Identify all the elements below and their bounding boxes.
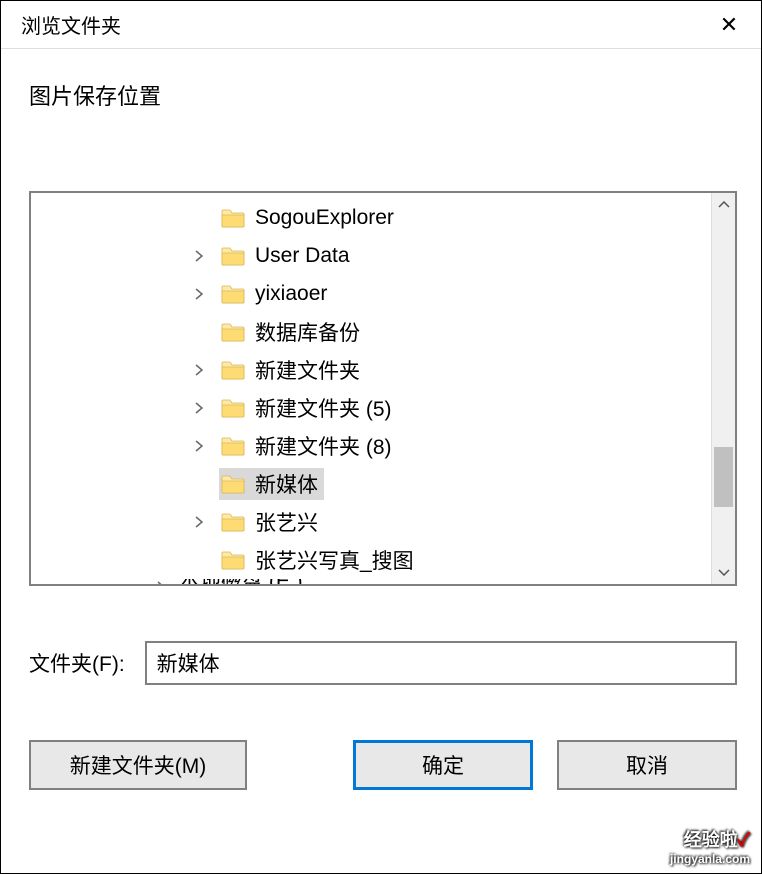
tree-item[interactable]: User Data	[31, 237, 735, 275]
folder-icon	[221, 284, 245, 304]
tree-item[interactable]: SogouExplorer	[31, 199, 735, 237]
watermark: 经验啦✓ jingyanla.com	[670, 830, 750, 866]
folder-input-row: 文件夹(F):	[29, 641, 737, 685]
tree-item-label: 新建文件夹 (8)	[255, 431, 392, 461]
folder-icon	[221, 398, 245, 418]
tree-item[interactable]: yixiaoer	[31, 275, 735, 313]
folder-field-label: 文件夹(F):	[29, 648, 125, 678]
tree-item[interactable]: 张艺兴写真_搜图	[31, 541, 735, 579]
tree-item[interactable]: 新建文件夹 (8)	[31, 427, 735, 465]
folder-tree[interactable]: SogouExplorer User Data yixiaoer 数据库备份新建文件夹…	[29, 191, 737, 586]
chevron-right-icon[interactable]	[153, 579, 169, 586]
folder-icon	[221, 512, 245, 532]
chevron-right-icon[interactable]	[191, 438, 207, 454]
tree-item-label: 数据库备份	[255, 317, 360, 347]
tree-item-label: yixiaoer	[255, 282, 327, 306]
scrollbar[interactable]	[711, 193, 735, 584]
chevron-right-icon[interactable]	[191, 362, 207, 378]
chevron-right-icon[interactable]	[191, 248, 207, 264]
dialog-subtitle: 图片保存位置	[29, 79, 737, 111]
tree-item-label: 新建文件夹	[255, 355, 360, 385]
tree-item[interactable]: 新建文件夹 (5)	[31, 389, 735, 427]
folder-icon	[221, 322, 245, 342]
tree-item[interactable]: 数据库备份	[31, 313, 735, 351]
tree-item-label: 新媒体	[255, 469, 318, 499]
tree-item-label: 新建文件夹 (5)	[255, 393, 392, 423]
tree-item-label: 本地磁盘 (E:)	[179, 579, 303, 586]
tree-item[interactable]: 张艺兴	[31, 503, 735, 541]
chevron-right-icon[interactable]	[191, 514, 207, 530]
tree-item[interactable]: 新建文件夹	[31, 351, 735, 389]
scroll-thumb[interactable]	[714, 447, 733, 507]
new-folder-button[interactable]: 新建文件夹(M)	[29, 740, 247, 790]
folder-icon	[221, 474, 245, 494]
window-title: 浏览文件夹	[21, 10, 121, 39]
scroll-track[interactable]	[712, 217, 735, 560]
cancel-button[interactable]: 取消	[557, 740, 737, 790]
folder-icon	[221, 436, 245, 456]
scroll-up-icon[interactable]	[712, 193, 735, 217]
tree-item-partial[interactable]: 本地磁盘 (E:)	[31, 579, 735, 586]
chevron-right-icon[interactable]	[191, 286, 207, 302]
folder-input[interactable]	[145, 641, 737, 685]
tree-item-label: 张艺兴写真_搜图	[255, 545, 414, 575]
tree-item-label: 张艺兴	[255, 507, 318, 537]
titlebar: 浏览文件夹 ✕	[1, 1, 761, 49]
ok-button[interactable]: 确定	[353, 740, 533, 790]
close-button[interactable]: ✕	[709, 5, 749, 45]
tree-item[interactable]: 新媒体	[31, 465, 735, 503]
chevron-right-icon[interactable]	[191, 400, 207, 416]
folder-icon	[221, 550, 245, 570]
folder-icon	[221, 208, 245, 228]
dialog-content: 图片保存位置 SogouExplorer User Data yixiaoer 数据库…	[1, 49, 761, 810]
scroll-down-icon[interactable]	[712, 560, 735, 584]
tree-item-label: User Data	[255, 244, 350, 268]
close-icon: ✕	[720, 12, 738, 38]
tree-item-label: SogouExplorer	[255, 206, 394, 230]
folder-icon	[221, 246, 245, 266]
button-row: 新建文件夹(M) 确定 取消	[29, 740, 737, 790]
folder-icon	[221, 360, 245, 380]
